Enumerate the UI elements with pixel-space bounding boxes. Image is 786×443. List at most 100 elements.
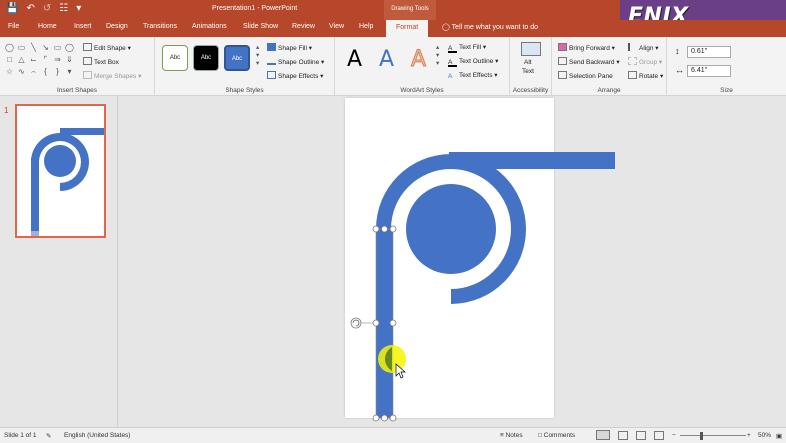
group-label-wordart: WordArt Styles [400, 87, 444, 94]
quick-access-toolbar: 💾 ↶ ↺ ☷ ▾ [6, 3, 81, 14]
redo-icon[interactable]: ↺ [43, 3, 51, 14]
shapes-gallery[interactable]: ◯ ▭ ╲ ↘ ▭ ◯ □ △ ⌙ ⌜ ⇒ ⇓ ☆ ∿ ⌢ { } ▾ [4, 42, 78, 80]
tab-design[interactable]: Design [106, 23, 128, 30]
rectangle-shape-icon[interactable]: ▭ [16, 42, 27, 53]
down-arrow-shape-icon[interactable]: ⇓ [64, 54, 75, 65]
tab-file[interactable]: File [8, 23, 19, 30]
slideshow-view-icon[interactable] [654, 431, 664, 440]
align-button[interactable]: Align ▾ [628, 43, 659, 52]
send-backward-button[interactable]: Send Backward ▾ [558, 57, 620, 66]
shape-height-input[interactable]: 0.61" [687, 46, 731, 58]
oval-shape-icon[interactable]: ◯ [4, 42, 15, 53]
group-label-accessibility: Accessibility [512, 87, 549, 94]
shape-height-value: 0.61" [691, 48, 708, 55]
text-outline-button[interactable]: A Text Outline ▾ [448, 57, 498, 67]
text-effects-button[interactable]: A Text Effects ▾ [448, 71, 498, 81]
start-from-beginning-icon[interactable]: ☷ [59, 3, 68, 14]
zoom-slider[interactable] [680, 435, 746, 436]
edit-shape-button[interactable]: Edit Shape ▾ [83, 43, 131, 52]
rect2-shape-icon[interactable]: ▭ [52, 42, 63, 53]
slide-sorter-icon[interactable] [618, 431, 628, 440]
group-shape-styles: Abc Abc Abc ▴ ▾ ▾ Shape Fill ▾ Shape Outli… [155, 37, 335, 96]
shape-effects-icon [267, 71, 276, 79]
zoom-level[interactable]: 50% [758, 432, 771, 439]
group-label-arrange: Arrange [597, 87, 621, 94]
star-shape-icon[interactable]: ☆ [4, 66, 15, 77]
text-fill-button[interactable]: A Text Fill ▾ [448, 43, 486, 53]
group-button[interactable]: Group ▾ [628, 57, 662, 66]
shape-style-3[interactable]: Abc [224, 45, 250, 71]
tab-help[interactable]: Help [359, 23, 373, 30]
align-icon [628, 43, 637, 51]
spell-check-icon[interactable]: ✎ [46, 432, 51, 440]
tab-view[interactable]: View [329, 23, 344, 30]
merge-shapes-button[interactable]: Merge Shapes ▾ [83, 71, 141, 80]
bring-forward-icon [558, 43, 567, 51]
elbow-shape-icon[interactable]: ⌙ [28, 54, 39, 65]
tell-me-text: Tell me what you want to do [451, 24, 539, 31]
zoom-out-icon[interactable]: − [672, 432, 676, 439]
wordart-style-1[interactable]: A [347, 47, 362, 72]
shape-width-input[interactable]: 6.41" [687, 65, 731, 77]
tell-me-search[interactable]: ◯ Tell me what you want to do [442, 23, 538, 31]
more-shapes-icon[interactable]: ▾ [64, 66, 75, 77]
shape-width-value: 6.41" [691, 67, 708, 74]
triangle-shape-icon[interactable]: △ [16, 54, 27, 65]
group-wordart-styles: A A A ▴ ▾ ▾ A Text Fill ▾ A Text Outline ▾ A… [335, 37, 510, 96]
tab-animations[interactable]: Animations [192, 23, 227, 30]
wordart-style-2[interactable]: A [379, 47, 394, 72]
comments-icon: □ [538, 432, 542, 439]
shape-style-2[interactable]: Abc [193, 45, 219, 71]
tab-home[interactable]: Home [38, 23, 57, 30]
tab-format[interactable]: Format [386, 20, 429, 37]
curve-shape-icon[interactable]: ∿ [16, 66, 27, 77]
shape-effects-button[interactable]: Shape Effects ▾ [267, 71, 323, 80]
notes-button[interactable]: ≡ Notes [500, 432, 523, 439]
bring-forward-button[interactable]: Bring Forward ▾ [558, 43, 615, 52]
slide-thumbnail[interactable] [15, 104, 106, 238]
text-box-button[interactable]: Text Box [83, 57, 119, 66]
reading-view-icon[interactable] [636, 431, 646, 440]
zoom-slider-thumb[interactable] [700, 432, 703, 440]
normal-view-icon[interactable] [596, 430, 610, 440]
brace-right-shape-icon[interactable]: } [52, 66, 63, 77]
ribbon: ◯ ▭ ╲ ↘ ▭ ◯ □ △ ⌙ ⌜ ⇒ ⇓ ☆ ∿ ⌢ { } ▾ Edit… [0, 37, 786, 96]
arrow-line-shape-icon[interactable]: ↘ [40, 42, 51, 53]
fit-slide-icon[interactable]: ▣ [776, 432, 782, 440]
window-title: Presentation1 - PowerPoint [212, 5, 298, 12]
arc-shape-icon[interactable]: ⌢ [28, 66, 39, 77]
notes-label: Notes [505, 432, 523, 439]
wordart-style-3[interactable]: A [410, 47, 426, 73]
rotate-icon [628, 71, 637, 79]
zoom-in-icon[interactable]: + [747, 432, 751, 439]
line-shape-icon[interactable]: ╲ [28, 42, 39, 53]
corner-shape-icon[interactable]: ⌜ [40, 54, 51, 65]
wordart-scroll-icon[interactable]: ▴ ▾ ▾ [436, 43, 439, 67]
selection-pane-icon [558, 71, 567, 79]
shape-style-1[interactable]: Abc [162, 45, 188, 71]
customize-qat-icon[interactable]: ▾ [76, 3, 81, 14]
group-accessibility: Alt Text Accessibility [510, 37, 552, 96]
selection-pane-button[interactable]: Selection Pane [558, 71, 613, 80]
styles-scroll-icon[interactable]: ▴ ▾ ▾ [256, 43, 259, 67]
tab-transitions[interactable]: Transitions [143, 23, 177, 30]
ellipse-shape-icon[interactable]: ◯ [64, 42, 75, 53]
tab-review[interactable]: Review [292, 23, 315, 30]
text-outline-label: Text Outline [459, 58, 494, 65]
ribbon-tabs: File Home Insert Design Transitions Anim… [0, 20, 786, 37]
comments-button[interactable]: □ Comments [538, 432, 575, 439]
tab-insert[interactable]: Insert [74, 23, 92, 30]
alt-text-button[interactable]: Alt [524, 59, 532, 66]
right-arrow-shape-icon[interactable]: ⇒ [52, 54, 63, 65]
language-indicator[interactable]: English (United States) [64, 432, 130, 439]
send-backward-icon [558, 57, 567, 65]
shape-outline-button[interactable]: Shape Outline ▾ [267, 57, 324, 66]
slide-canvas[interactable] [345, 98, 554, 418]
undo-icon[interactable]: ↶ [26, 3, 34, 14]
save-icon[interactable]: 💾 [6, 3, 18, 14]
brace-left-shape-icon[interactable]: { [40, 66, 51, 77]
shape-fill-button[interactable]: Shape Fill ▾ [267, 43, 312, 52]
tab-slide-show[interactable]: Slide Show [243, 23, 278, 30]
rotate-button[interactable]: Rotate ▾ [628, 71, 663, 80]
square-shape-icon[interactable]: □ [4, 54, 15, 65]
